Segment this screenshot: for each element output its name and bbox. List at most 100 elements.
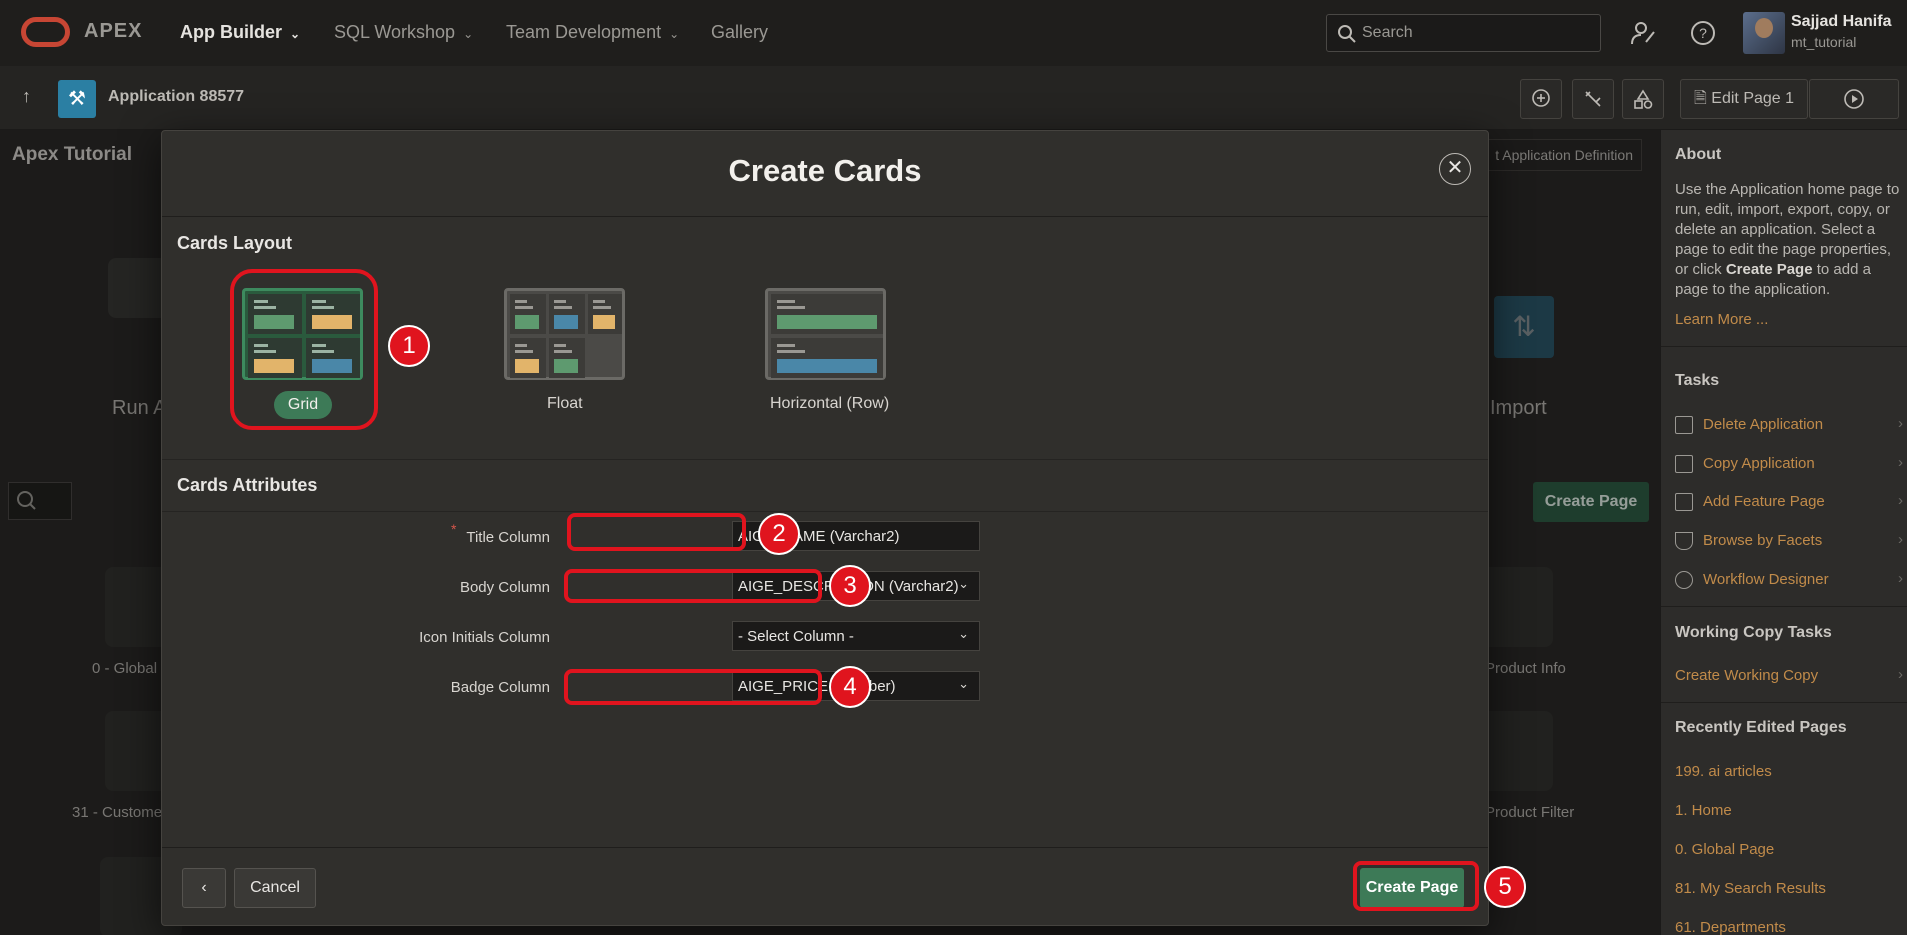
- body-column-label: Body Column: [459, 579, 550, 596]
- application-toolbar: ↑ ⚒ Application 88577 🗎 Edit Page 1: [0, 66, 1907, 130]
- shared-components-button[interactable]: [1622, 79, 1664, 119]
- float-cell: [588, 294, 622, 334]
- nav-label: App Builder: [180, 22, 282, 42]
- annotation-highlight: [564, 669, 822, 705]
- user-name[interactable]: Sajjad Hanifa: [1791, 13, 1891, 31]
- edit-page-label: Edit Page 1: [1711, 90, 1795, 107]
- recent-page-link[interactable]: 81. My Search Results: [1675, 880, 1826, 897]
- row-cell: [771, 338, 883, 378]
- play-icon: [1844, 89, 1864, 109]
- layout-horizontal-option[interactable]: [765, 288, 886, 380]
- row-cell: [771, 294, 883, 334]
- annotation-highlight: [567, 513, 746, 551]
- icon-initials-column-label: Icon Initials Column: [419, 629, 550, 646]
- recent-page-link[interactable]: 0. Global Page: [1675, 841, 1774, 858]
- task-label: Workflow Designer: [1703, 571, 1829, 588]
- chevron-right-icon: ›: [1898, 415, 1903, 432]
- nav-sql-workshop[interactable]: SQL Workshop ⌄: [334, 22, 473, 43]
- annotation-badge: 1: [388, 325, 430, 367]
- comments-button[interactable]: [1520, 79, 1562, 119]
- annotation-highlight: [564, 569, 822, 603]
- debug-button[interactable]: [1572, 79, 1614, 119]
- back-button[interactable]: ‹: [182, 868, 226, 908]
- task-label: Browse by Facets: [1703, 532, 1823, 549]
- application-title[interactable]: Application 88577: [108, 88, 244, 106]
- dialog-title: Create Cards: [728, 153, 922, 188]
- avatar[interactable]: [1743, 12, 1785, 54]
- task-label: Delete Application: [1703, 416, 1824, 433]
- task-label: Add Feature Page: [1703, 493, 1825, 510]
- dialog-header: Create Cards ✕: [162, 131, 1488, 217]
- create-cards-dialog: Create Cards ✕ Cards Layout Grid Float H…: [161, 130, 1489, 926]
- chevron-down-icon: ⌄: [958, 576, 969, 591]
- workflow-icon: [1675, 571, 1693, 589]
- close-icon[interactable]: ✕: [1439, 153, 1471, 185]
- shapes-icon: [1634, 89, 1653, 109]
- chevron-right-icon: ›: [1898, 570, 1903, 587]
- page-add-icon: [1675, 493, 1693, 511]
- chevron-down-icon: ⌄: [290, 27, 301, 41]
- create-working-copy-link[interactable]: Create Working Copy ›: [1675, 666, 1903, 688]
- annotation-badge: 4: [829, 666, 871, 708]
- float-cell: [510, 294, 546, 334]
- annotation-highlight: [230, 269, 378, 430]
- recent-page-link[interactable]: 199. ai articles: [1675, 763, 1772, 780]
- annotation-badge: 5: [1484, 866, 1526, 908]
- layout-float-label[interactable]: Float: [547, 395, 583, 413]
- user-settings-icon[interactable]: [1628, 18, 1658, 48]
- icon-initials-column-select[interactable]: - Select Column - ⌄: [732, 621, 980, 651]
- title-column-label: Title Column: [466, 529, 550, 546]
- divider: [1661, 346, 1907, 347]
- global-search-input[interactable]: Search: [1326, 14, 1601, 52]
- annotation-highlight: [1353, 861, 1479, 911]
- page-edit-icon: 🗎: [1693, 90, 1707, 107]
- layout-horizontal-label[interactable]: Horizontal (Row): [770, 395, 889, 413]
- funnel-icon: [1675, 532, 1693, 550]
- nav-team-development[interactable]: Team Development ⌄: [506, 22, 679, 43]
- apex-brand[interactable]: APEX: [84, 20, 142, 43]
- nav-label: Team Development: [506, 22, 662, 42]
- task-browse-by-facets[interactable]: Browse by Facets ›: [1675, 531, 1903, 553]
- task-copy-application[interactable]: Copy Application ›: [1675, 454, 1903, 476]
- cancel-button[interactable]: Cancel: [234, 868, 316, 908]
- task-add-feature-page[interactable]: Add Feature Page ›: [1675, 492, 1903, 514]
- recent-page-link[interactable]: 61. Departments: [1675, 919, 1786, 935]
- edit-page-button[interactable]: 🗎 Edit Page 1: [1680, 79, 1808, 119]
- chevron-right-icon: ›: [1898, 531, 1903, 548]
- user-workspace: mt_tutorial: [1791, 34, 1857, 50]
- float-cell: [549, 294, 585, 334]
- chevron-right-icon: ›: [1898, 666, 1903, 683]
- badge-column-label: Badge Column: [450, 679, 550, 696]
- about-text: Use the Application home page to run, ed…: [1675, 180, 1900, 300]
- wrench-icon: ⚒: [58, 80, 96, 118]
- chevron-down-icon: ⌄: [958, 676, 969, 691]
- chevron-right-icon: ›: [1898, 492, 1903, 509]
- chevron-right-icon: ›: [1898, 454, 1903, 471]
- task-label: Copy Application: [1703, 455, 1815, 472]
- cards-attributes-heading: Cards Attributes: [177, 475, 318, 495]
- run-application-button[interactable]: [1809, 79, 1899, 119]
- task-workflow-designer[interactable]: Workflow Designer ›: [1675, 570, 1903, 592]
- layout-float-option[interactable]: [504, 288, 625, 380]
- recent-pages-heading: Recently Edited Pages: [1675, 719, 1847, 736]
- annotation-badge: 2: [758, 513, 800, 555]
- working-copy-heading: Working Copy Tasks: [1675, 624, 1832, 641]
- divider: [1661, 606, 1907, 607]
- nav-app-builder[interactable]: App Builder ⌄: [180, 22, 300, 43]
- right-sidebar: About Use the Application home page to r…: [1660, 130, 1907, 935]
- nav-gallery[interactable]: Gallery: [711, 22, 768, 43]
- learn-more-link[interactable]: Learn More ...: [1675, 311, 1768, 328]
- up-arrow-icon[interactable]: ↑: [22, 86, 31, 107]
- search-placeholder: Search: [1362, 24, 1413, 41]
- chevron-left-icon: ‹: [201, 879, 207, 896]
- cards-layout-heading: Cards Layout: [177, 233, 293, 253]
- float-cell: [549, 338, 585, 378]
- annotation-badge: 3: [829, 565, 871, 607]
- oracle-logo-icon[interactable]: [21, 17, 70, 47]
- recent-page-link[interactable]: 1. Home: [1675, 802, 1732, 819]
- chevron-down-icon: ⌄: [958, 626, 969, 641]
- wand-icon: [1585, 91, 1601, 107]
- task-delete-application[interactable]: Delete Application ›: [1675, 415, 1903, 437]
- help-icon[interactable]: ?: [1688, 18, 1718, 48]
- tasks-heading: Tasks: [1675, 372, 1720, 389]
